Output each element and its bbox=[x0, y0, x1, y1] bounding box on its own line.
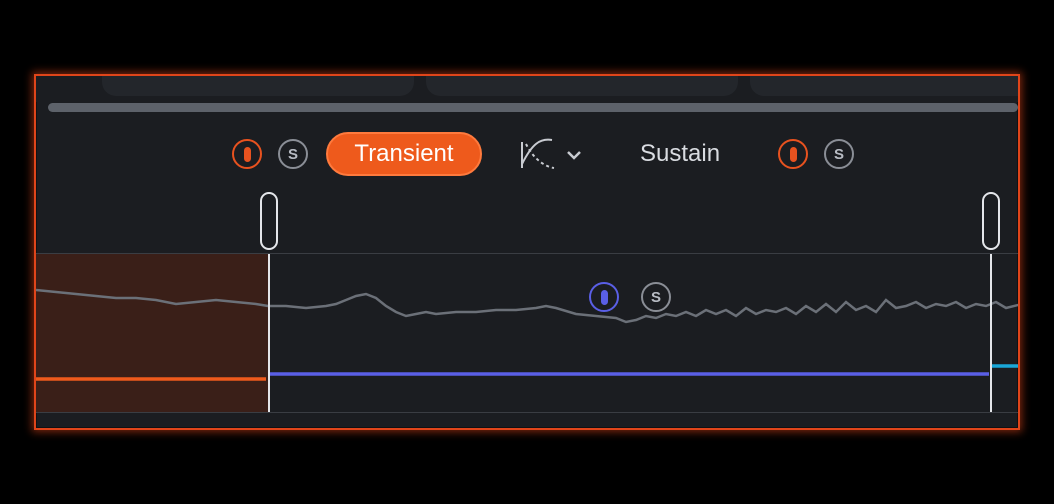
curve-shape-dropdown[interactable] bbox=[518, 134, 590, 174]
solo-label: S bbox=[287, 145, 298, 163]
transient-button[interactable]: Transient bbox=[326, 132, 482, 176]
top-tab[interactable] bbox=[102, 76, 414, 96]
curve-shape-icon bbox=[521, 138, 581, 169]
horizontal-scrollbar[interactable] bbox=[48, 103, 1018, 112]
band-controls-row: S Transient Sustain S bbox=[36, 132, 1018, 178]
solo-label: S bbox=[650, 288, 661, 306]
transient-solo-button[interactable]: S bbox=[278, 139, 308, 169]
mute-icon bbox=[789, 146, 797, 162]
transient-mute-button[interactable] bbox=[232, 139, 262, 169]
graph-bottom-divider bbox=[36, 412, 1018, 413]
sustain-solo-button[interactable]: S bbox=[824, 139, 854, 169]
transient-label: Transient bbox=[354, 140, 454, 167]
sustain-mute-button[interactable] bbox=[778, 139, 808, 169]
top-tab-strip bbox=[36, 76, 1018, 102]
waveform-graph[interactable]: S bbox=[36, 254, 1018, 412]
transient-region bbox=[36, 254, 268, 412]
middle-band-mute-button[interactable] bbox=[589, 282, 619, 312]
band-split-handle-left[interactable] bbox=[260, 192, 278, 250]
sustain-label[interactable]: Sustain bbox=[640, 140, 720, 168]
chevron-down-icon bbox=[567, 151, 581, 160]
mute-icon bbox=[243, 146, 251, 162]
middle-band-solo-button[interactable]: S bbox=[641, 282, 671, 312]
top-tab[interactable] bbox=[426, 76, 738, 96]
band-split-handle-right[interactable] bbox=[982, 192, 1000, 250]
waveform-svg bbox=[36, 254, 1018, 412]
solo-label: S bbox=[833, 145, 844, 163]
top-tab[interactable] bbox=[750, 76, 1018, 96]
transient-sustain-panel: S Transient Sustain S S bbox=[34, 74, 1020, 430]
mute-icon bbox=[600, 289, 608, 305]
